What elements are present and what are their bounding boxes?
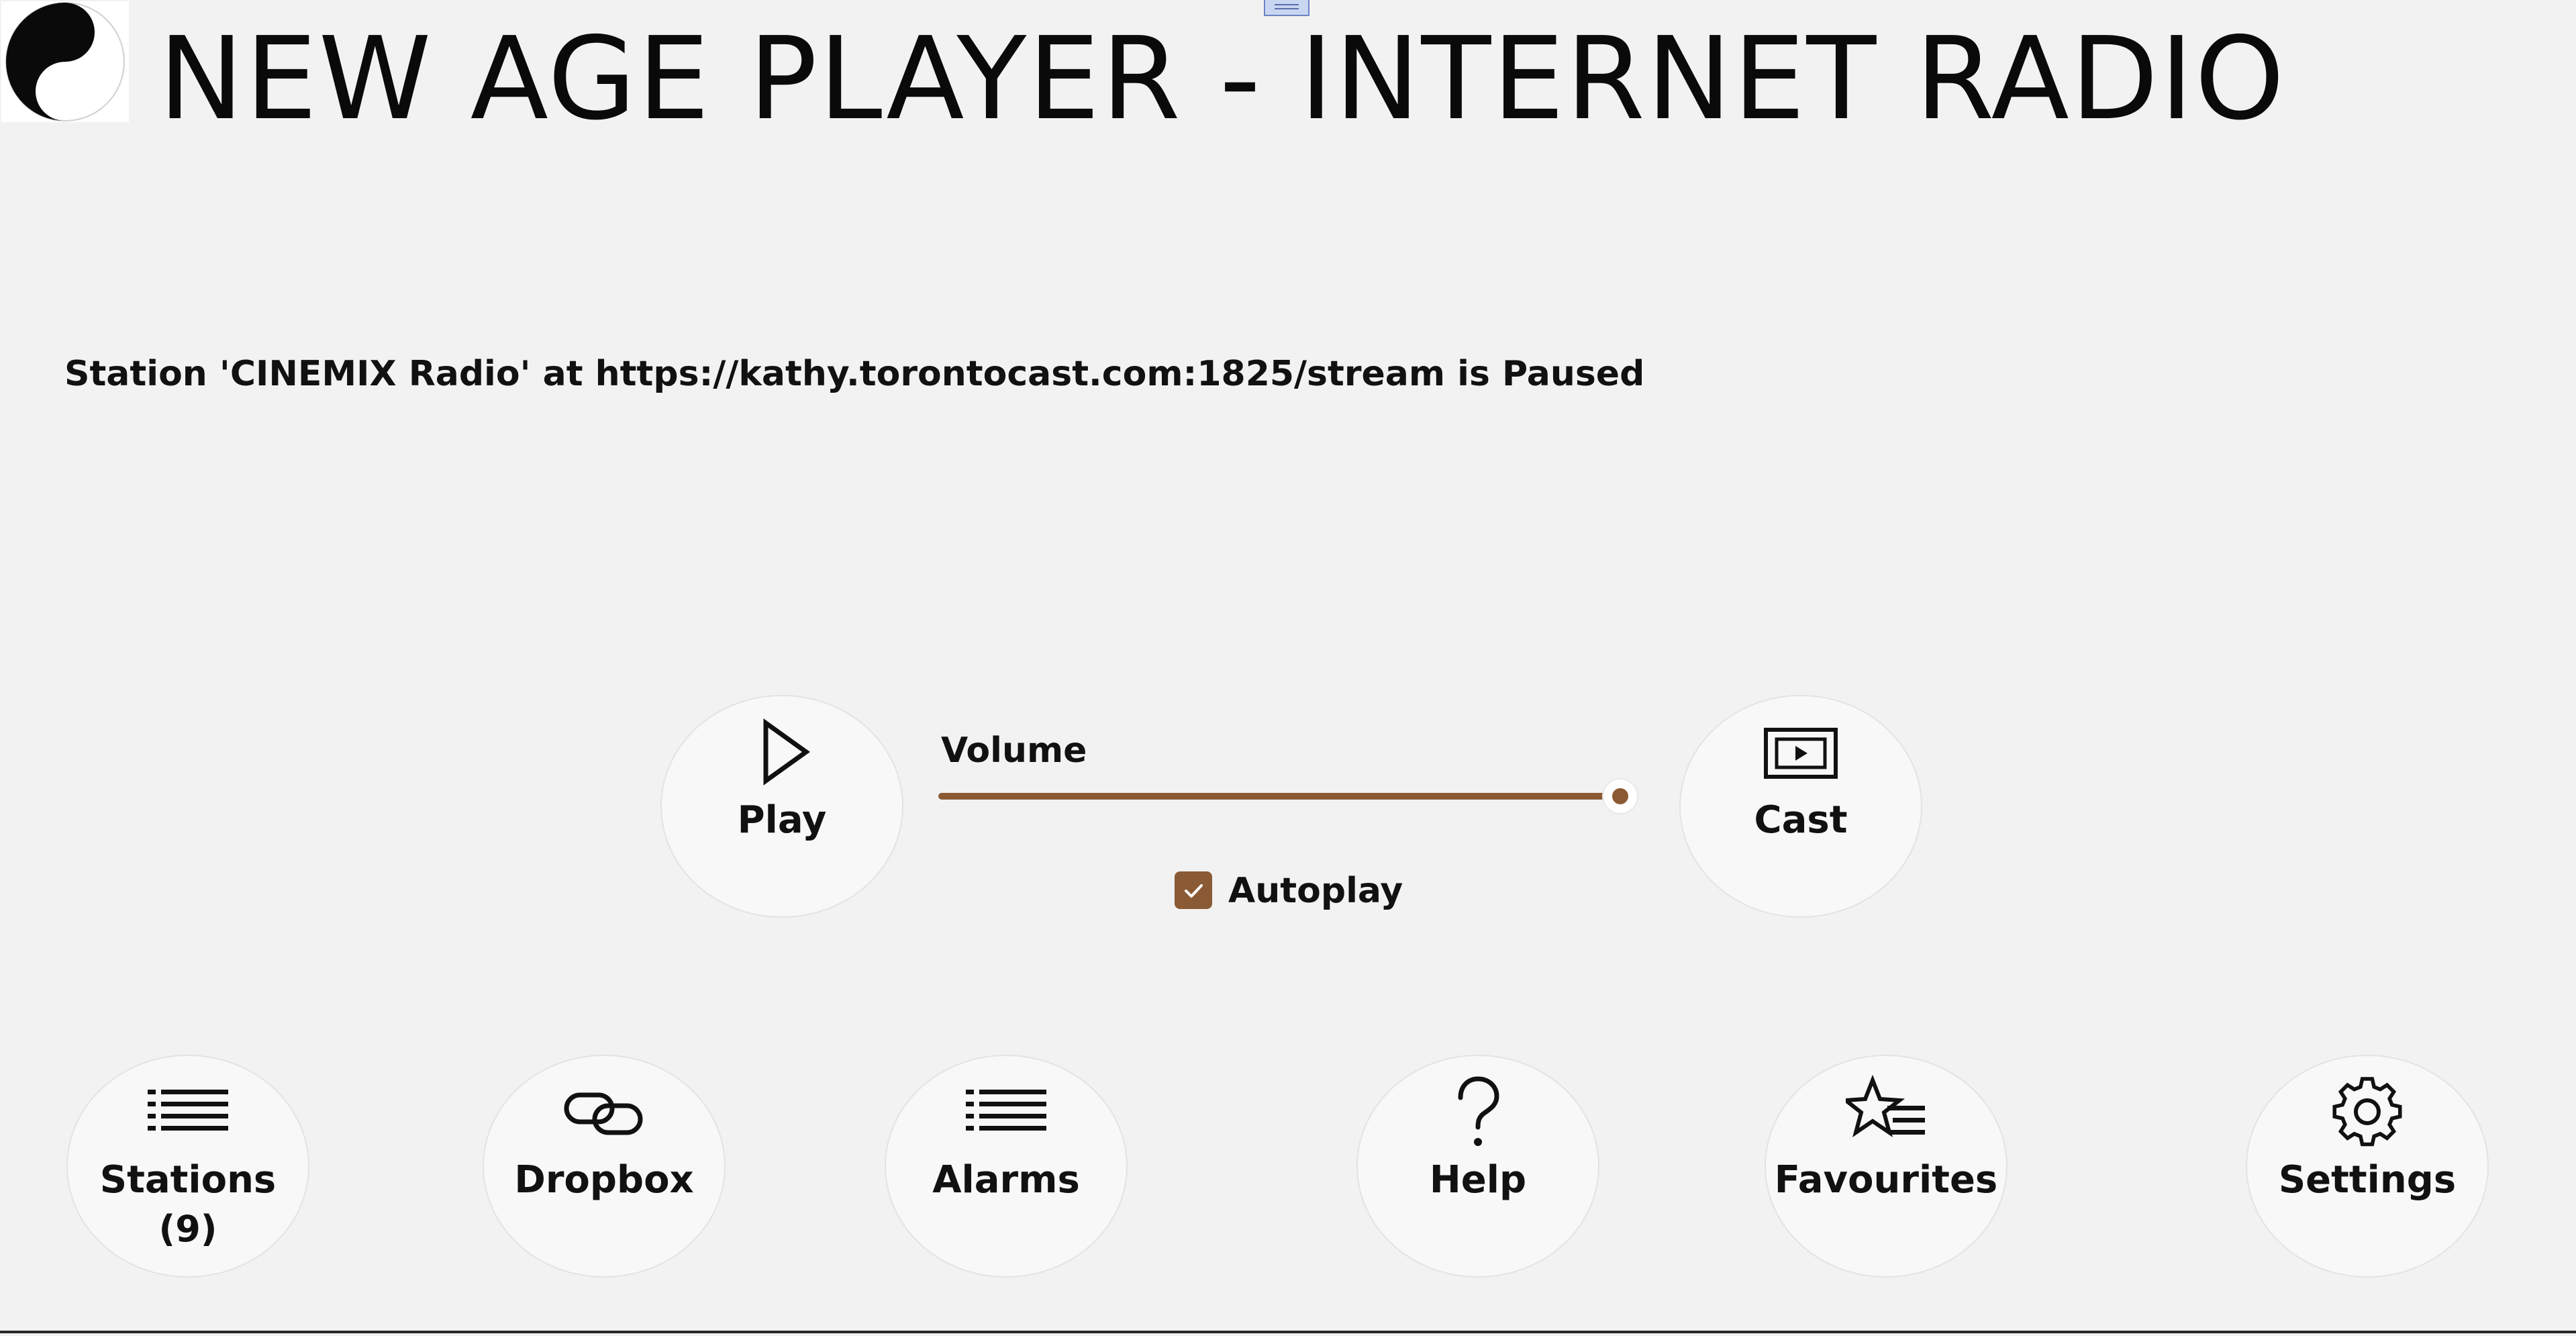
cast-button-label: Cast — [1754, 798, 1848, 842]
volume-slider-fill — [938, 793, 1620, 800]
yin-yang-icon — [1, 1, 129, 122]
stations-button[interactable]: Stations (9) — [66, 1055, 309, 1278]
app-title: NEW AGE PLAYER - INTERNET RADIO — [158, 13, 2286, 146]
question-mark-icon — [1438, 1075, 1518, 1149]
play-button-label: Play — [737, 798, 827, 842]
alarms-button-label: Alarms — [932, 1158, 1080, 1202]
list-icon — [966, 1075, 1046, 1149]
list-icon — [148, 1075, 228, 1149]
stations-button-label: Stations — [99, 1158, 277, 1202]
dropbox-button-label: Dropbox — [514, 1158, 694, 1202]
help-button[interactable]: Help — [1356, 1055, 1599, 1278]
volume-label: Volume — [941, 730, 1087, 771]
checkmark-icon[interactable] — [1175, 871, 1212, 909]
playback-status: Station 'CINEMIX Radio' at https://kathy… — [64, 354, 1645, 394]
volume-slider-thumb[interactable] — [1603, 779, 1637, 813]
settings-button[interactable]: Settings — [2246, 1055, 2489, 1278]
favourites-button[interactable]: Favourites — [1765, 1055, 2008, 1278]
play-button[interactable]: Play — [660, 695, 903, 918]
gear-icon — [2327, 1075, 2408, 1149]
play-icon — [742, 715, 822, 789]
volume-slider[interactable] — [938, 779, 1637, 813]
help-button-label: Help — [1429, 1158, 1527, 1202]
cast-button[interactable]: Cast — [1679, 695, 1922, 918]
cast-screen-icon — [1761, 715, 1841, 789]
star-list-icon — [1846, 1075, 1926, 1149]
bottom-divider — [0, 1331, 2576, 1333]
link-icon — [564, 1075, 644, 1149]
alarms-button[interactable]: Alarms — [885, 1055, 1128, 1278]
favourites-button-label: Favourites — [1774, 1158, 1998, 1202]
settings-button-label: Settings — [2278, 1158, 2457, 1202]
dropbox-button[interactable]: Dropbox — [483, 1055, 726, 1278]
stations-count: (9) — [158, 1208, 217, 1250]
autoplay-label: Autoplay — [1228, 871, 1403, 911]
